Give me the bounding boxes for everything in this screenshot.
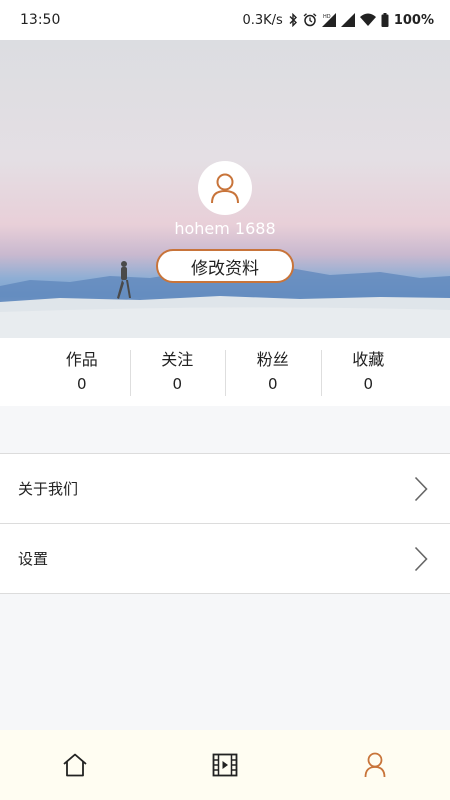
stat-count: 0 [76, 375, 87, 393]
menu-item-label: 设置 [18, 550, 49, 568]
wifi-icon [359, 13, 376, 26]
stat-fans[interactable]: 粉丝 0 [225, 338, 321, 406]
battery-level: 100% [393, 12, 434, 28]
stat-count: 0 [172, 375, 183, 393]
nav-video[interactable] [150, 730, 300, 800]
nav-home[interactable] [0, 730, 150, 800]
user-icon [211, 173, 239, 204]
stat-label: 关注 [161, 350, 194, 369]
user-icon [364, 752, 386, 778]
profile-header: hohem 1688 修改资料 [0, 40, 450, 338]
stat-works[interactable]: 作品 0 [34, 338, 130, 406]
edit-profile-button[interactable]: 修改资料 [156, 249, 294, 283]
menu-item-label: 关于我们 [18, 480, 79, 498]
stats-row: 作品 0 关注 0 粉丝 0 收藏 0 [0, 338, 450, 406]
stat-label: 作品 [65, 350, 98, 369]
status-icons: 0.3K/s HD 100% [242, 13, 434, 28]
film-icon [212, 753, 238, 777]
menu-item-settings[interactable]: 设置 [0, 524, 450, 594]
bottom-nav [0, 730, 450, 800]
stat-label: 收藏 [352, 350, 385, 369]
stat-count: 0 [267, 375, 278, 393]
username: hohem 1688 [174, 219, 276, 238]
stat-count: 0 [363, 375, 374, 393]
chevron-right-icon [414, 476, 428, 501]
settings-menu: 关于我们 设置 [0, 453, 450, 594]
battery-icon [381, 13, 389, 27]
stat-label: 粉丝 [256, 350, 289, 369]
status-time: 13:50 [20, 12, 61, 28]
stat-following[interactable]: 关注 0 [129, 338, 226, 406]
chevron-right-icon [414, 546, 428, 571]
alarm-icon [303, 13, 317, 27]
svg-text:HD: HD [323, 14, 331, 20]
nav-profile[interactable] [300, 730, 450, 800]
hd-signal-icon: HD [321, 13, 336, 27]
home-icon [63, 753, 87, 777]
network-speed: 0.3K/s [242, 12, 283, 28]
cell-signal-icon [340, 13, 355, 27]
status-bar: 13:50 0.3K/s HD 100% [0, 0, 450, 40]
avatar[interactable] [198, 161, 252, 215]
stat-favorites[interactable]: 收藏 0 [320, 338, 417, 406]
bluetooth-icon [289, 13, 297, 27]
menu-item-about-us[interactable]: 关于我们 [0, 454, 450, 524]
